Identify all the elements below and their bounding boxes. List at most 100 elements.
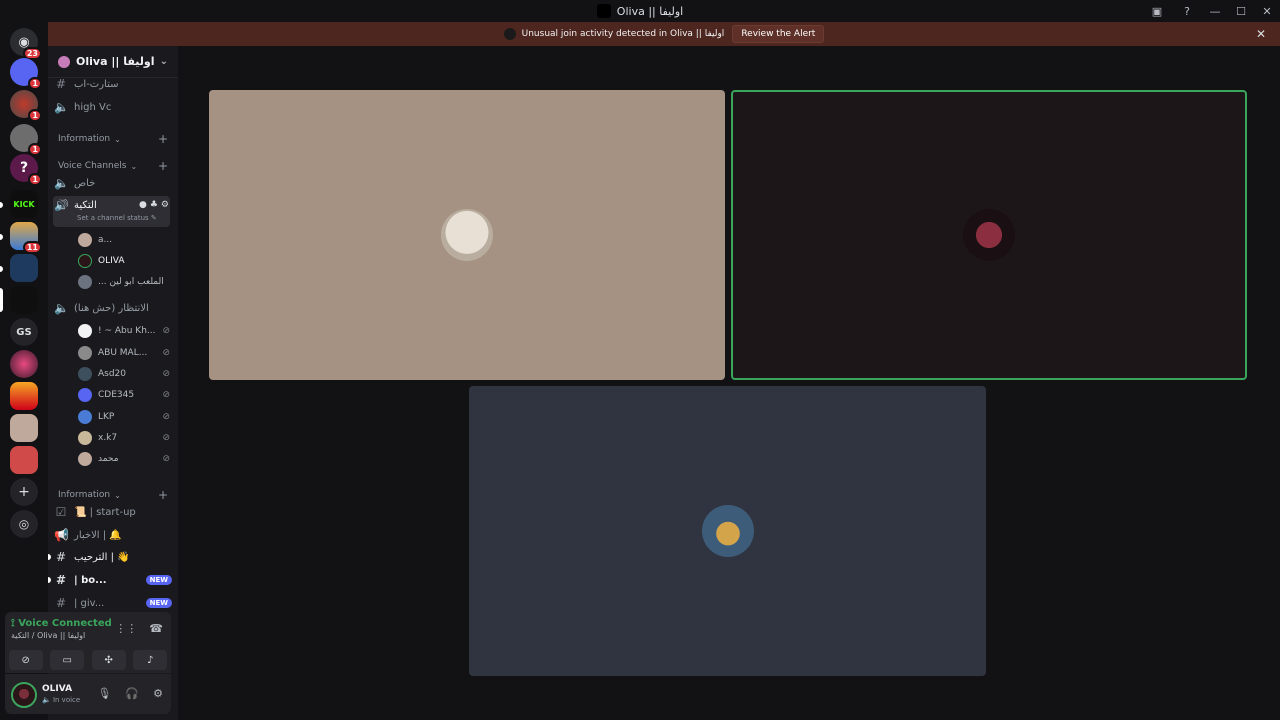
user-name[interactable]: OLIVA: [42, 684, 72, 694]
channel-status-hint[interactable]: Set a channel status ✎: [77, 214, 157, 222]
server-9[interactable]: [10, 350, 38, 378]
channel-waiting[interactable]: 🔈 الانتظار (حش هنا): [54, 301, 172, 315]
voice-user[interactable]: x.k7 ⊘: [78, 431, 170, 445]
voice-user[interactable]: LKP ⊘: [78, 410, 170, 424]
server-2[interactable]: 1: [10, 90, 42, 122]
voice-user[interactable]: CDE345 ⊘: [78, 388, 170, 402]
add-server-button[interactable]: +: [10, 478, 38, 506]
avatar: [78, 346, 92, 360]
speaker-icon: 🔊: [54, 199, 69, 211]
checkbox-icon: ☑: [55, 505, 67, 519]
channel-khas[interactable]: 🔈 خاص: [54, 176, 172, 190]
microphone-icon[interactable]: 🎙: [97, 687, 111, 700]
camera-off-button[interactable]: ⊘: [8, 650, 43, 670]
soundboard-button[interactable]: ♪: [133, 650, 168, 670]
voice-status[interactable]: ⟟ Voice Connected: [11, 618, 112, 629]
server-kick[interactable]: KICK: [10, 190, 38, 218]
voice-user[interactable]: ABU MAL... ⊘: [78, 346, 170, 360]
category-information[interactable]: Information ⌄ +: [58, 132, 168, 146]
chevron-down-icon: ⌄: [114, 134, 121, 144]
channel-label: خاص: [74, 177, 96, 189]
compass-icon: ◎: [18, 517, 30, 531]
help-icon[interactable]: ?: [1180, 4, 1194, 18]
avatar: [963, 209, 1015, 261]
server-3[interactable]: 1: [10, 124, 42, 156]
plus-icon[interactable]: +: [158, 159, 168, 173]
voice-user[interactable]: ! ~ Abu Kh... ⊘: [78, 324, 170, 338]
close-icon[interactable]: ✕: [1256, 27, 1266, 41]
voice-action-buttons: ⊘ ▭ ✣ ♪: [5, 648, 171, 672]
gear-icon[interactable]: ⚙: [153, 687, 163, 700]
new-badge: NEW: [145, 575, 172, 585]
voice-location[interactable]: التكية / Oliva || اوليفا: [11, 631, 85, 640]
muted-icon: ⊘: [162, 348, 170, 358]
channel-news[interactable]: 📢 الاخبار | 🔔: [54, 528, 172, 542]
category-label: Information: [58, 134, 111, 144]
server-10[interactable]: [10, 382, 38, 410]
voice-user[interactable]: محمد ⊘: [78, 452, 170, 466]
user-name: Asd20: [98, 369, 127, 379]
direct-messages-button[interactable]: ◉ 23: [10, 28, 42, 60]
headphones-icon[interactable]: 🎧: [125, 687, 139, 700]
activities-button[interactable]: ✣: [91, 650, 126, 670]
review-alert-button[interactable]: Review the Alert: [732, 25, 825, 43]
unread-pill: [0, 266, 3, 272]
plus-icon[interactable]: +: [158, 488, 168, 502]
server-6[interactable]: [10, 254, 38, 282]
avatar: [78, 452, 92, 466]
plus-icon[interactable]: +: [158, 132, 168, 146]
video-tile[interactable]: [209, 90, 725, 380]
chevron-down-icon: ⌄: [130, 161, 138, 171]
category-label: Information: [58, 490, 111, 500]
channel-label: 📜 | start-up: [74, 506, 136, 518]
channel-welcome[interactable]: # الترحيب | 👋: [54, 550, 172, 564]
server-icon: [596, 4, 611, 18]
chevron-down-icon: ⌄: [114, 490, 121, 500]
screen-share-button[interactable]: ▭: [50, 650, 85, 670]
server-5[interactable]: 11: [10, 222, 42, 254]
noise-suppression-icon[interactable]: ⋮⋮: [115, 622, 137, 635]
server-question[interactable]: ? 1: [10, 154, 42, 186]
disconnect-icon[interactable]: ☎: [149, 622, 163, 635]
server-icon: [58, 55, 70, 68]
channel-giv[interactable]: # | giv... NEW: [54, 596, 172, 610]
avatar: [78, 367, 92, 381]
channel-startup-partial[interactable]: # ستارت-اب: [54, 77, 172, 91]
video-tile-speaking[interactable]: [731, 90, 1247, 380]
hash-icon: #: [55, 550, 67, 564]
voice-user[interactable]: a...: [78, 233, 170, 247]
inbox-icon[interactable]: ▣: [1150, 4, 1164, 18]
server-gs[interactable]: GS: [10, 318, 38, 346]
channel-start-up[interactable]: ☑ 📜 | start-up: [54, 505, 172, 519]
user-status-text: In voice: [52, 696, 81, 704]
maximize-button[interactable]: ☐: [1228, 0, 1254, 22]
voice-user[interactable]: Asd20 ⊘: [78, 367, 170, 381]
server-11[interactable]: [10, 414, 38, 442]
channel-high-vc[interactable]: 🔈 high Vc: [54, 99, 172, 115]
discover-button[interactable]: ◎: [10, 510, 38, 538]
voice-user[interactable]: ... الملعب ابو لين: [78, 275, 170, 289]
channel-takiya[interactable]: 🔊 التكية ●♣⚙: [54, 199, 172, 211]
channel-label: ستارت-اب: [74, 78, 119, 90]
chevron-down-icon: ⌄: [159, 56, 168, 67]
minimize-button[interactable]: —: [1202, 0, 1228, 22]
avatar[interactable]: [11, 682, 37, 708]
avatar: [441, 209, 493, 261]
channel-bo[interactable]: # | bo... NEW: [54, 573, 172, 587]
kick-label: KICK: [13, 199, 35, 209]
video-tile[interactable]: [469, 386, 986, 676]
category-voice-channels[interactable]: Voice Channels ⌄ +: [58, 159, 168, 173]
category-information-2[interactable]: Information ⌄ +: [58, 488, 168, 502]
server-header[interactable]: Oliva || اوليفا ⌄: [48, 46, 178, 78]
voice-icon: 🔈: [42, 696, 51, 704]
server-12[interactable]: [10, 446, 38, 474]
channel-label: high Vc: [74, 101, 112, 113]
active-pill: [0, 288, 3, 312]
voice-user[interactable]: OLIVA: [78, 254, 170, 268]
channel-actions[interactable]: ●♣⚙: [139, 200, 172, 210]
server-7[interactable]: [10, 286, 38, 314]
server-discord[interactable]: 1: [10, 58, 42, 90]
plus-icon: +: [18, 484, 30, 500]
close-window-button[interactable]: ✕: [1254, 0, 1280, 22]
user-status: 🔈 In voice: [42, 696, 80, 704]
